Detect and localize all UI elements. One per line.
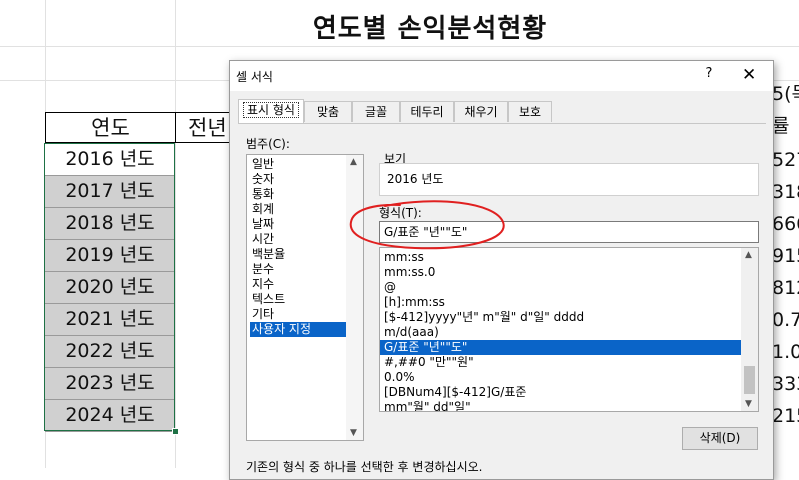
category-label: 범주(C): — [246, 137, 290, 151]
category-item[interactable]: 일반 — [250, 157, 352, 172]
category-item[interactable]: 시간 — [250, 232, 352, 247]
format-item[interactable]: [$-412]yyyy"년" m"월" d"일" dddd — [380, 310, 741, 325]
fill-handle[interactable] — [172, 428, 179, 435]
cell-peek: 318 — [772, 181, 799, 203]
category-list[interactable]: 일반 숫자 통화 회계 날짜 시간 백분율 분수 지수 텍스트 기타 사용자 지… — [246, 154, 364, 441]
format-item[interactable]: [h]:mm:ss — [380, 295, 741, 310]
format-item[interactable]: mm:ss — [380, 250, 741, 265]
gridline — [0, 46, 799, 47]
format-input[interactable]: G/표준 "년""도" — [379, 221, 759, 243]
tab-panel-border — [238, 123, 766, 124]
format-item[interactable]: @ — [380, 280, 741, 295]
category-item[interactable]: 회계 — [250, 202, 352, 217]
scroll-down-icon[interactable]: ▼ — [745, 399, 752, 409]
category-item[interactable]: 통화 — [250, 187, 352, 202]
format-item[interactable]: mm:ss.0 — [380, 265, 741, 280]
scroll-thumb[interactable] — [744, 366, 755, 394]
cell-year[interactable]: 2019 년도 — [45, 240, 175, 272]
tab-fill[interactable]: 채우기 — [454, 101, 508, 122]
tab-font[interactable]: 글꼴 — [352, 101, 400, 122]
cell-peek: 0.7 — [772, 309, 799, 331]
tab-label: 글꼴 — [364, 105, 388, 119]
tab-label: 표시 형식 — [243, 102, 299, 118]
cell-peek: 333 — [772, 373, 799, 395]
format-item[interactable]: [DBNum4][$-412]G/표준 — [380, 385, 741, 400]
tab-number-format[interactable]: 표시 형식 — [238, 99, 304, 123]
format-item[interactable]: #,##0 "만""원" — [380, 355, 741, 370]
cell-peek: 1.0 — [772, 341, 799, 363]
cell-peek: 527 — [772, 149, 799, 171]
tab-label: 테두리 — [410, 105, 444, 119]
category-item-selected[interactable]: 사용자 지정 — [250, 322, 352, 337]
cell-peek: 5(목 — [772, 83, 799, 105]
format-label: 형식(T): — [379, 206, 422, 220]
cell-peek: 률 — [772, 115, 790, 137]
format-item-selected[interactable]: G/표준 "년""도" — [380, 340, 741, 355]
tab-label: 채우기 — [464, 105, 498, 119]
sheet-title: 연도별 손익분석현황 — [312, 14, 548, 44]
tab-protection[interactable]: 보호 — [508, 101, 552, 122]
scroll-up-icon[interactable]: ▲ — [350, 157, 357, 167]
format-item[interactable]: m/d(aaa) — [380, 325, 741, 340]
format-list[interactable]: mm:ss mm:ss.0 @ [h]:mm:ss [$-412]yyyy"년"… — [379, 247, 759, 412]
header-cell-year[interactable]: 연도 — [45, 112, 176, 143]
tab-label: 보호 — [518, 105, 542, 119]
cell-year[interactable]: 2024 년도 — [45, 400, 175, 432]
category-item[interactable]: 기타 — [250, 307, 352, 322]
footer-note: 기존의 형식 중 하나를 선택한 후 변경하십시오. — [246, 460, 483, 474]
category-item[interactable]: 텍스트 — [250, 292, 352, 307]
cell-year[interactable]: 2017 년도 — [45, 176, 175, 208]
format-item[interactable]: mm"월" dd"일" — [380, 400, 741, 411]
cell-peek: 812 — [772, 277, 799, 299]
format-scrollbar[interactable]: ▲ ▼ — [741, 248, 758, 411]
scroll-up-icon[interactable]: ▲ — [745, 250, 752, 260]
cell-year[interactable]: 2020 년도 — [45, 272, 175, 304]
tab-border[interactable]: 테두리 — [400, 101, 454, 122]
category-item[interactable]: 분수 — [250, 262, 352, 277]
category-scrollbar[interactable]: ▲ ▼ — [346, 155, 363, 440]
preview-box: 2016 년도 — [379, 163, 759, 196]
cell-year[interactable]: 2022 년도 — [45, 336, 175, 368]
cell-peek: 666 — [772, 213, 799, 235]
cell-year[interactable]: 2021 년도 — [45, 304, 175, 336]
category-item[interactable]: 숫자 — [250, 172, 352, 187]
gridline — [175, 0, 176, 468]
category-item[interactable]: 백분율 — [250, 247, 352, 262]
scroll-down-icon[interactable]: ▼ — [350, 428, 357, 438]
dialog-titlebar[interactable]: 셀 서식 ? ✕ — [230, 61, 773, 91]
cell-year[interactable]: 2023 년도 — [45, 368, 175, 400]
category-item[interactable]: 지수 — [250, 277, 352, 292]
cell-peek: 915 — [772, 245, 799, 267]
category-item[interactable]: 날짜 — [250, 217, 352, 232]
tab-label: 맞춤 — [316, 105, 340, 119]
cell-peek: 215 — [772, 405, 799, 427]
tab-alignment[interactable]: 맞춤 — [304, 101, 352, 122]
close-button[interactable]: ✕ — [742, 65, 756, 85]
format-item[interactable]: 0.0% — [380, 370, 741, 385]
dialog-title: 셀 서식 — [236, 70, 273, 84]
cell-year[interactable]: 2016 년도 — [45, 144, 175, 176]
cell-year[interactable]: 2018 년도 — [45, 208, 175, 240]
header-cell-prev[interactable]: 전년 — [175, 112, 235, 143]
format-cells-dialog: 셀 서식 ? ✕ 표시 형식 맞춤 글꼴 테두리 채우기 보호 범주(C): 일… — [229, 60, 774, 480]
delete-button[interactable]: 삭제(D) — [682, 427, 758, 450]
help-button[interactable]: ? — [701, 66, 717, 81]
